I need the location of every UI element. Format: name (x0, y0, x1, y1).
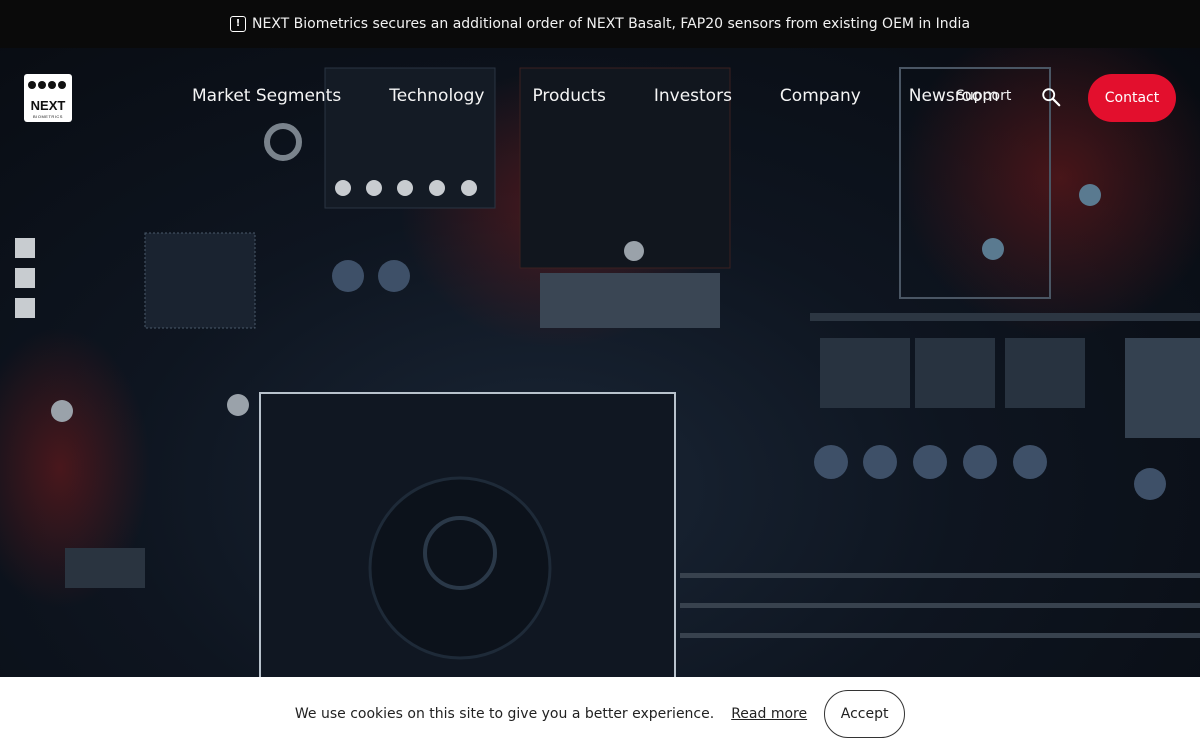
nav-item-market-segments[interactable]: Market Segments (192, 86, 341, 106)
accept-button[interactable]: Accept (824, 689, 906, 738)
logo-subword: BIOMETRICS (33, 114, 63, 119)
cookie-banner: We use cookies on this site to give you … (0, 677, 1200, 750)
announcement-text[interactable]: NEXT Biometrics secures an additional or… (252, 16, 970, 32)
read-more-link[interactable]: Read more (731, 706, 807, 722)
nav-item-technology[interactable]: Technology (389, 86, 484, 106)
logo-dots (28, 81, 66, 89)
nav-item-company[interactable]: Company (780, 86, 861, 106)
announcement-bar[interactable]: ! NEXT Biometrics secures an additional … (0, 0, 1200, 48)
support-link[interactable]: Support (956, 88, 1011, 104)
logo-word: NEXT (30, 98, 66, 113)
exclamation-icon: ! (229, 16, 246, 32)
nav-menu: Market Segments Technology Products Inve… (192, 86, 999, 106)
contact-button[interactable]: Contact (1088, 74, 1176, 122)
cookie-message: We use cookies on this site to give you … (294, 705, 715, 722)
nav-item-investors[interactable]: Investors (654, 86, 732, 106)
search-icon[interactable] (1040, 86, 1062, 108)
nav-item-products[interactable]: Products (532, 86, 605, 106)
next-biometrics-logo[interactable]: NEXT BIOMETRICS (24, 74, 72, 122)
main-navigation: NEXT BIOMETRICS Market Segments Technolo… (0, 48, 1200, 146)
